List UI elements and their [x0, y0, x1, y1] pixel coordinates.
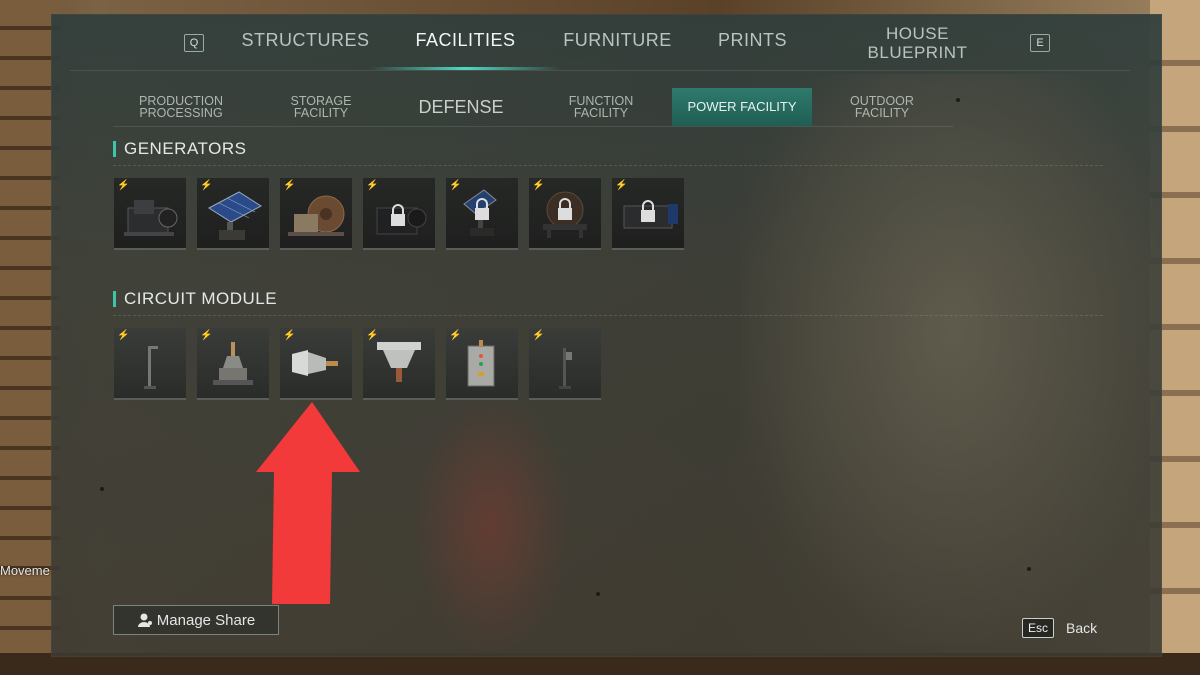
subtab-line2: PROCESSING: [139, 106, 223, 120]
manage-share-button[interactable]: Manage Share: [113, 605, 279, 635]
wall-connector-icon: [292, 350, 338, 376]
esc-key-hint[interactable]: Esc: [1022, 618, 1055, 638]
red-arrow-icon: [256, 402, 360, 604]
generator-slot-5-locked[interactable]: ⚡: [446, 178, 518, 250]
panel-dot: [596, 592, 600, 596]
switch-box-icon: [467, 340, 495, 387]
circuit-slot-6[interactable]: ⚡: [529, 328, 601, 400]
tab-house-blueprint-line2: BLUEPRINT: [867, 43, 968, 62]
subtab-line2: FACILITY: [573, 106, 629, 120]
tab-facilities[interactable]: FACILITIES: [398, 30, 533, 51]
blurred-background-object: [741, 74, 1161, 644]
lamp-post-icon: [144, 346, 158, 389]
tab-prints[interactable]: PRINTS: [705, 30, 800, 51]
panel-dot: [956, 98, 960, 102]
circuit-slot-1[interactable]: ⚡: [114, 328, 186, 400]
subtab-outdoor-facility[interactable]: OUTDOOR FACILITY: [812, 88, 952, 126]
subtab-storage-facility[interactable]: STORAGE FACILITY: [251, 88, 391, 126]
tab-structures[interactable]: STRUCTURES: [233, 30, 378, 51]
section-title-generators: GENERATORS: [113, 140, 246, 157]
back-label[interactable]: Back: [1066, 620, 1097, 636]
tab-furniture[interactable]: FURNITURE: [555, 30, 680, 51]
ceiling-connector-icon: [377, 342, 421, 382]
generator-slot-7-locked[interactable]: ⚡: [612, 178, 684, 250]
generator-slot-4-locked[interactable]: ⚡: [363, 178, 435, 250]
tab-house-blueprint-line1: HOUSE: [886, 24, 949, 43]
blurred-character: [411, 394, 571, 654]
generator-slot-1[interactable]: ⚡: [114, 178, 186, 250]
circuit-slot-5[interactable]: ⚡: [446, 328, 518, 400]
manage-share-label: Manage Share: [156, 611, 256, 629]
tab-house-blueprint[interactable]: HOUSE BLUEPRINT: [850, 24, 985, 62]
subtab-line2: FACILITY: [293, 106, 349, 120]
locked-solar-panel-icon: [463, 189, 497, 236]
solar-panel-icon: [208, 191, 262, 240]
circuit-slot-2[interactable]: ⚡: [197, 328, 269, 400]
prev-tab-key-hint[interactable]: Q: [184, 34, 204, 52]
circuit-slot-4[interactable]: ⚡: [363, 328, 435, 400]
subtab-power-facility[interactable]: POWER FACILITY: [672, 88, 812, 126]
user-share-icon: [137, 613, 152, 627]
subtab-production-processing[interactable]: PRODUCTION PROCESSING: [111, 88, 251, 126]
subtab-function-facility[interactable]: FUNCTION FACILITY: [531, 88, 671, 126]
subnav-divider: [113, 126, 953, 127]
subtab-line2: FACILITY: [854, 106, 910, 120]
water-wheel-generator-icon: [288, 195, 345, 236]
pole-switch-icon: [559, 348, 572, 389]
subtab-defense[interactable]: DEFENSE: [391, 88, 531, 126]
next-tab-key-hint[interactable]: E: [1030, 34, 1050, 52]
section-divider: [113, 315, 1103, 316]
locked-water-wheel-generator-icon: [543, 191, 587, 238]
movement-hint-label: Moveme: [0, 563, 50, 578]
generator-slot-6-locked[interactable]: ⚡: [529, 178, 601, 250]
panel-dot: [100, 487, 104, 491]
locked-generator-engine-icon: [376, 204, 427, 235]
locked-generator-engine-icon: [623, 200, 678, 229]
panel-dot: [1027, 567, 1031, 571]
insulator-icon: [213, 342, 253, 385]
active-tab-indicator: [370, 67, 560, 70]
top-nav-divider: [70, 70, 1130, 71]
generator-engine-icon: [124, 200, 178, 236]
section-divider: [113, 165, 1103, 166]
circuit-slot-3[interactable]: ⚡: [280, 328, 352, 400]
section-title-circuit-module: CIRCUIT MODULE: [113, 290, 277, 307]
generator-slot-3[interactable]: ⚡: [280, 178, 352, 250]
generator-slot-2[interactable]: ⚡: [197, 178, 269, 250]
